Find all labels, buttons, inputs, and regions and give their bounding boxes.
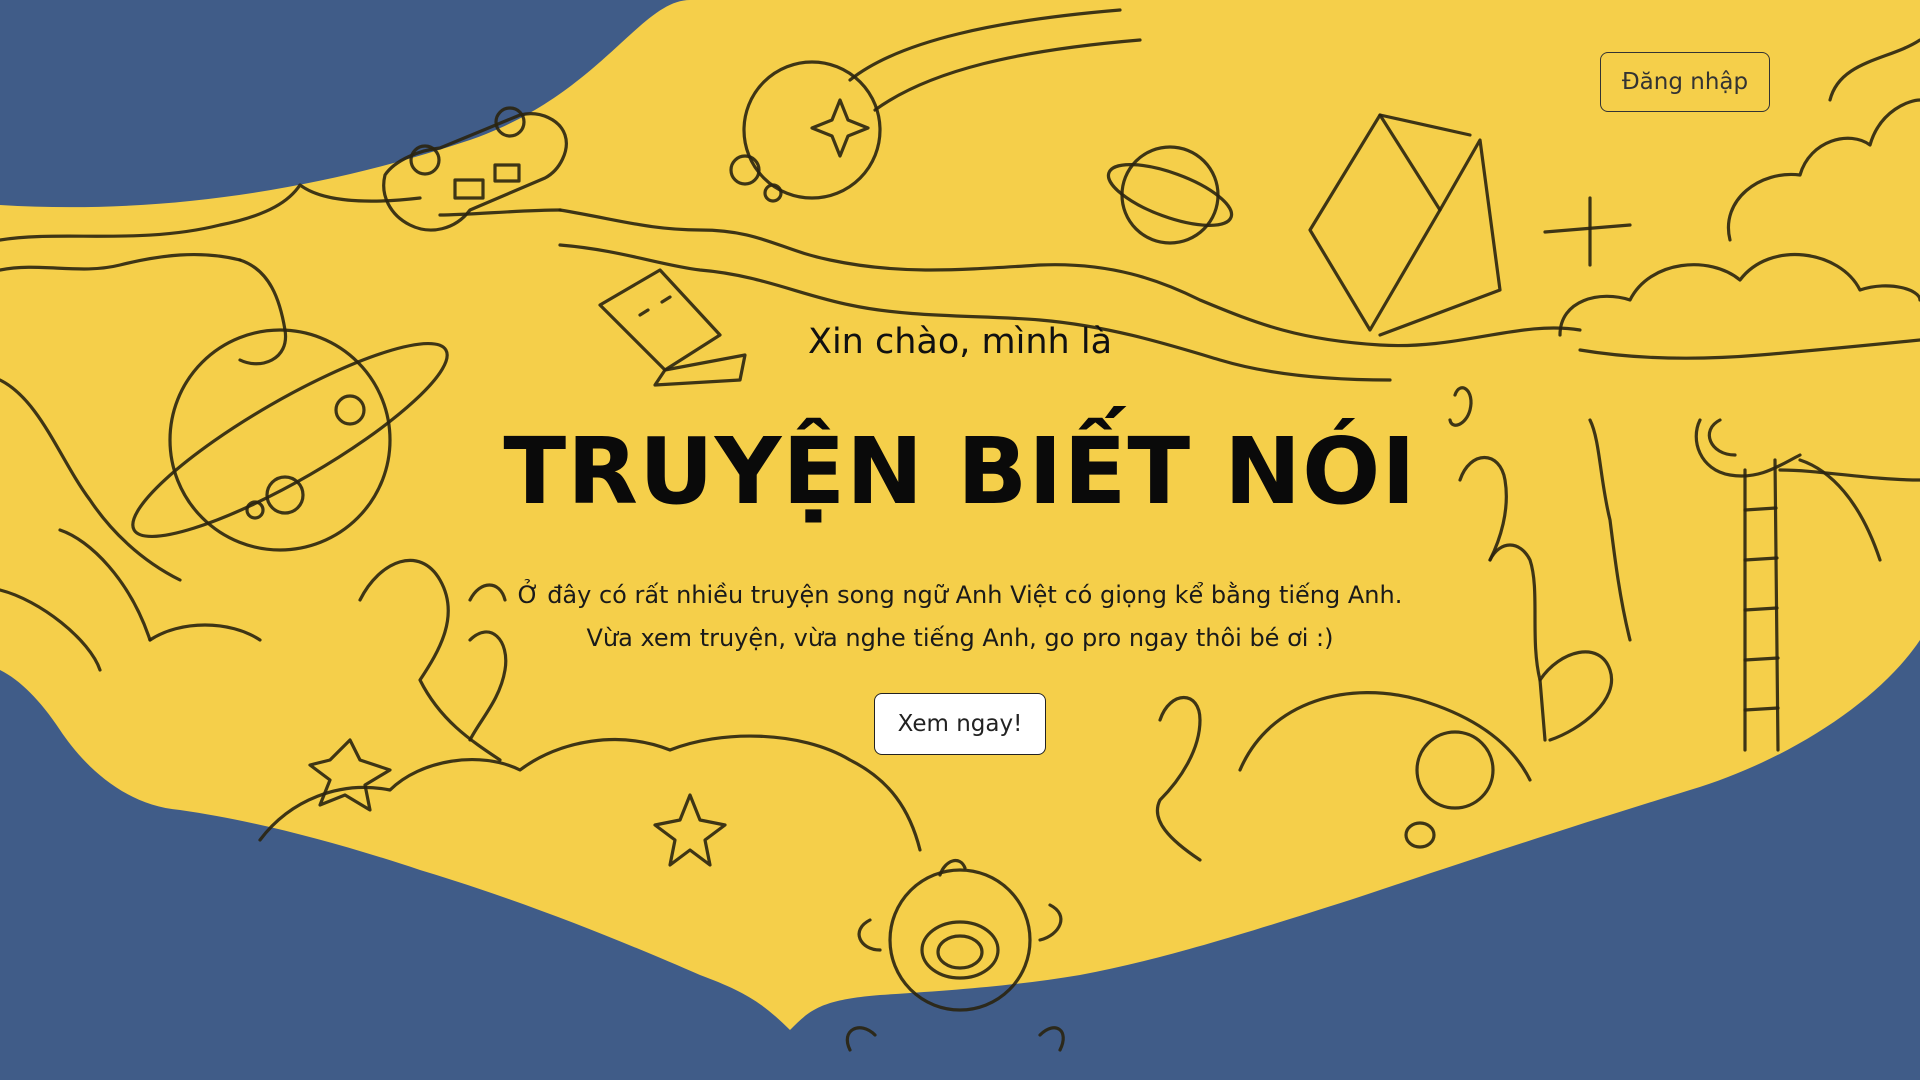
hero-description-line-2: Vừa xem truyện, vừa nghe tiếng Anh, go p… — [586, 624, 1334, 652]
hero-description-line-1: Ở đây có rất nhiều truyện song ngữ Anh V… — [517, 581, 1403, 609]
hero-greeting: Xin chào, mình là — [807, 322, 1113, 362]
background-illustration — [0, 0, 1920, 1052]
view-now-button[interactable]: Xem ngay! — [874, 693, 1046, 755]
landing-page: Đăng nhập Xin chào, mình là TRUYỆN BIẾT … — [0, 0, 1920, 1080]
hero-description: Ở đây có rất nhiều truyện song ngữ Anh V… — [360, 574, 1560, 660]
login-button[interactable]: Đăng nhập — [1600, 52, 1770, 112]
hero-title: TRUYỆN BIẾT NÓI — [503, 418, 1417, 525]
